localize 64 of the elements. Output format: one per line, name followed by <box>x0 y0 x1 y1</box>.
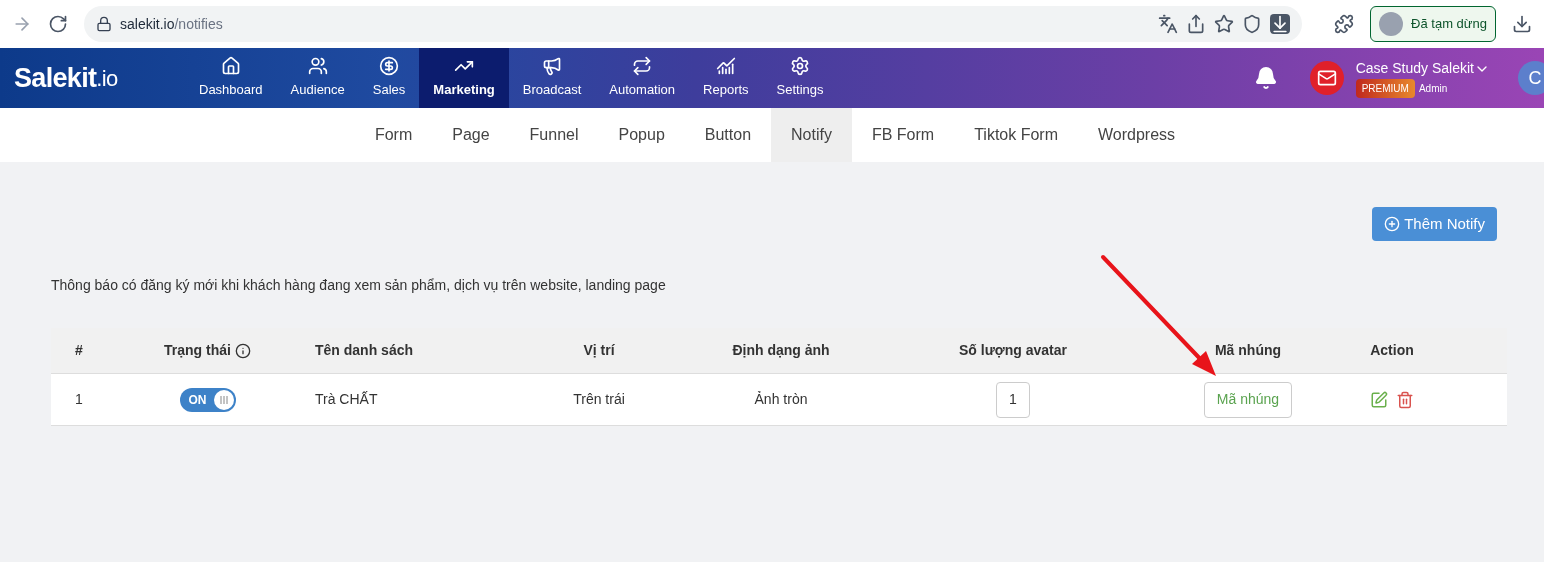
bell-icon[interactable] <box>1253 66 1278 90</box>
column-header: Vị trí <box>583 341 615 360</box>
chart-icon <box>715 56 736 77</box>
column-header: # <box>75 342 83 358</box>
nav-item[interactable]: Dashboard <box>185 48 277 108</box>
megaphone-icon <box>542 56 563 77</box>
nav-item[interactable]: Sales <box>358 48 420 108</box>
table-cell: Trên trái <box>573 391 625 407</box>
address-bar[interactable]: salekit.io/notifies <box>84 6 1303 42</box>
subtab[interactable]: Form <box>354 108 433 162</box>
column-header: Định dạng ảnh <box>732 341 830 360</box>
translate-icon[interactable] <box>1158 14 1179 34</box>
nav-item[interactable]: Reports <box>689 48 763 108</box>
download-icon[interactable] <box>1512 14 1532 34</box>
column-header: Số lượng avatar <box>959 341 1067 360</box>
column-header: Trạng thái <box>164 341 231 360</box>
profile-avatar <box>1379 12 1404 36</box>
nav-item[interactable]: Audience <box>276 48 359 108</box>
subtab[interactable]: Tiktok Form <box>954 108 1079 162</box>
nav-item[interactable]: Marketing <box>419 48 509 108</box>
role-text: Admin <box>1418 82 1448 96</box>
lock-icon <box>96 16 112 32</box>
subtab[interactable]: Funnel <box>509 108 599 162</box>
account-menu[interactable]: Case Study Salekit <box>1355 58 1490 79</box>
column-header: Mã nhúng <box>1214 341 1282 360</box>
nav-item[interactable]: Automation <box>595 48 690 108</box>
people-icon <box>307 56 328 77</box>
description-text: Thông báo có đăng ký mới khi khách hàng đang xem sản phẩm, dịch vụ trên website, landing page <box>51 276 667 295</box>
subtab[interactable]: Popup <box>598 108 685 162</box>
edit-icon[interactable] <box>1370 390 1388 409</box>
user-avatar[interactable]: C <box>1518 61 1544 95</box>
subtab[interactable]: Wordpress <box>1078 108 1196 162</box>
logo[interactable]: Salekit.io <box>0 48 185 108</box>
shield-icon[interactable] <box>1242 14 1263 34</box>
table-cell: Trà CHẤT <box>315 391 378 407</box>
table-cell: 1 <box>75 391 83 407</box>
download-box-icon[interactable] <box>1270 14 1291 34</box>
column-header: Action <box>1370 341 1414 360</box>
home-icon <box>220 56 241 77</box>
avatar-count-field[interactable]: 1 <box>996 381 1030 418</box>
column-header: Tên danh sách <box>315 342 414 358</box>
share-icon[interactable] <box>1186 14 1207 34</box>
subtab[interactable]: Button <box>684 108 772 162</box>
dollar-icon <box>379 56 400 77</box>
subtab[interactable]: Page <box>432 108 510 162</box>
nav-item[interactable]: Broadcast <box>508 48 596 108</box>
table-cell: Ảnh tròn <box>754 391 808 407</box>
extensions-icon[interactable] <box>1334 14 1355 34</box>
status-toggle[interactable]: ON <box>179 387 236 412</box>
subtab[interactable]: FB Form <box>851 108 955 162</box>
star-icon[interactable] <box>1214 14 1235 34</box>
info-icon[interactable] <box>234 342 251 359</box>
url-text: salekit.io/notifies <box>120 14 223 34</box>
toggle-knob <box>213 389 234 410</box>
mail-icon[interactable] <box>1309 61 1344 95</box>
nav-item[interactable]: Settings <box>762 48 838 108</box>
plan-badge: PREMIUM <box>1355 79 1415 98</box>
repeat-icon <box>632 56 653 77</box>
reload-icon[interactable] <box>48 14 68 34</box>
plus-icon <box>1384 216 1401 232</box>
settings-icon <box>790 56 811 77</box>
delete-icon[interactable] <box>1396 390 1414 409</box>
profile-button[interactable]: Đã tạm dừng <box>1370 6 1496 42</box>
subtab[interactable]: Notify <box>771 108 852 162</box>
